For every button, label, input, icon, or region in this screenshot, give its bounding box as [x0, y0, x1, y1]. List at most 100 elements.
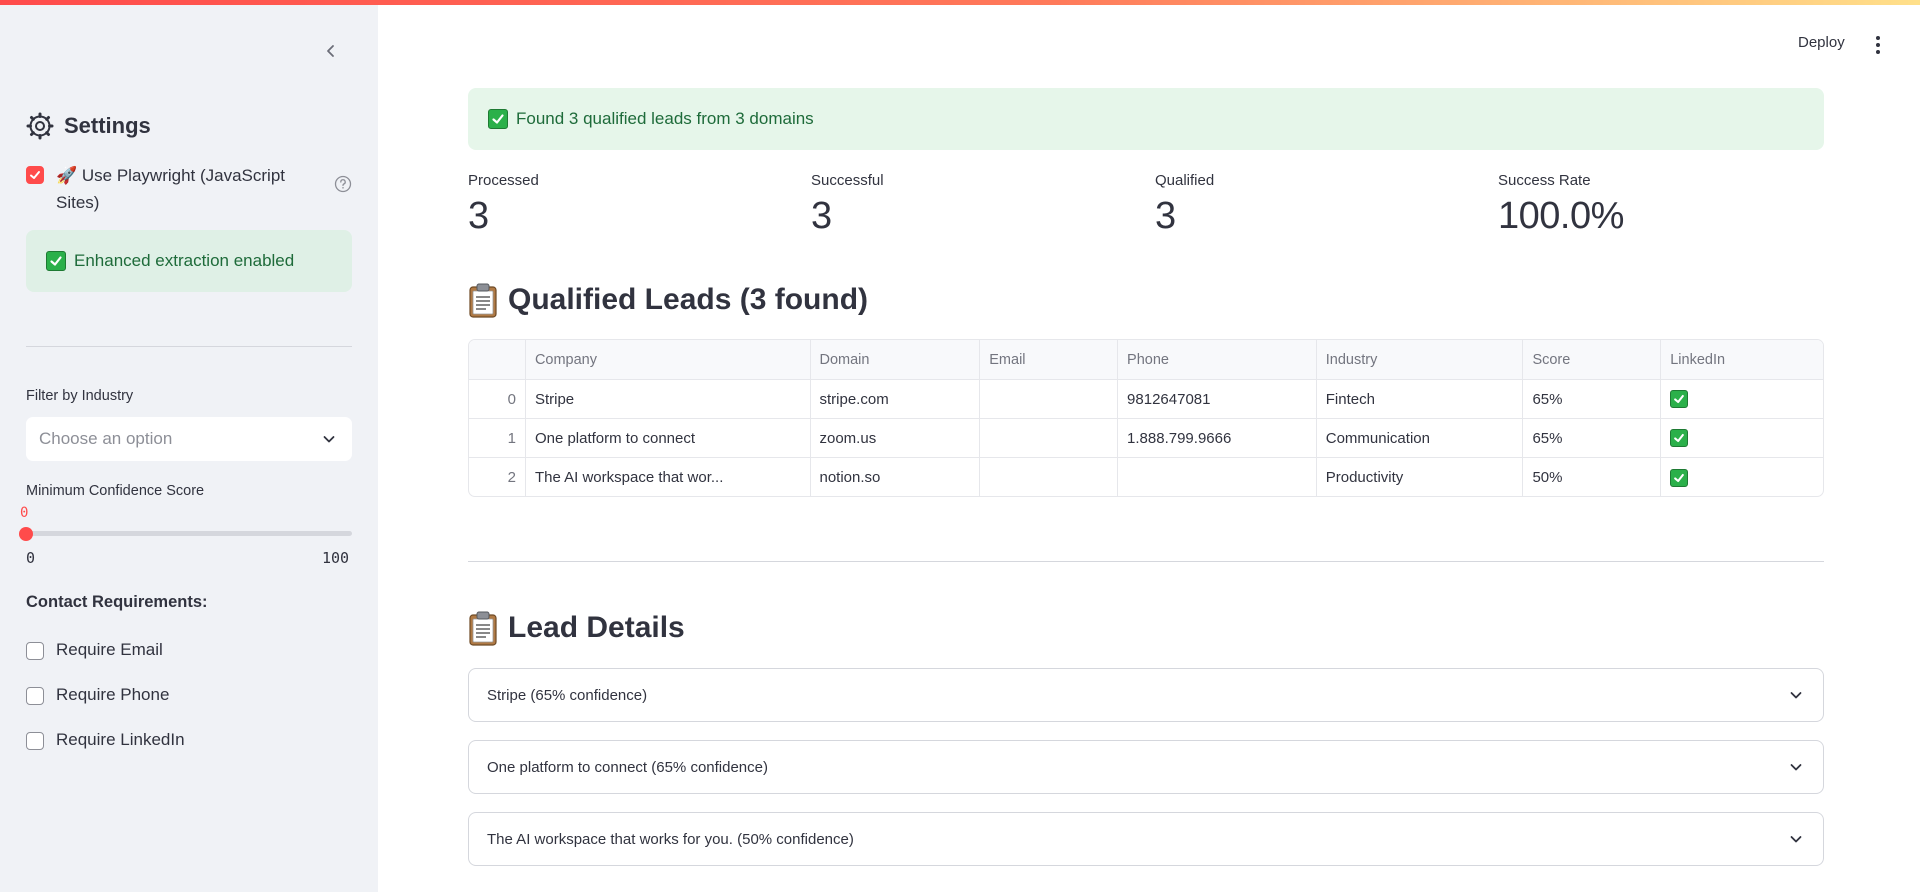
check-mark-emoji-icon — [1670, 429, 1689, 447]
qualified-leads-heading-text: Qualified Leads (3 found) — [508, 283, 869, 316]
cell-score[interactable]: 65% — [1523, 419, 1662, 457]
lead-expander-zoom[interactable]: One platform to connect (65% confidence) — [468, 740, 1824, 794]
chevron-down-icon — [1790, 836, 1802, 843]
playwright-checkbox-row[interactable]: 🚀 Use Playwright (JavaScript Sites) — [26, 162, 316, 216]
main-divider — [468, 561, 1824, 562]
success-alert-text: Found 3 qualified leads from 3 domains — [516, 109, 814, 128]
cell-industry[interactable]: Productivity — [1317, 458, 1524, 496]
cell-industry[interactable]: Communication — [1317, 419, 1524, 457]
metric-successful: Successful 3 — [811, 172, 884, 238]
cell-phone[interactable] — [1118, 458, 1317, 496]
column-header-company[interactable]: Company — [526, 340, 811, 379]
cell-domain[interactable]: notion.so — [811, 458, 981, 496]
cell-score[interactable]: 50% — [1523, 458, 1662, 496]
confidence-slider-track[interactable] — [26, 531, 352, 536]
sidebar-title: Settings — [26, 112, 151, 140]
cell-linkedin[interactable] — [1661, 419, 1823, 457]
metric-label: Success Rate — [1498, 172, 1591, 189]
clipboard-icon — [469, 283, 497, 318]
table-row[interactable]: 2 The AI workspace that wor... notion.so… — [469, 458, 1823, 496]
playwright-checkbox[interactable] — [26, 166, 44, 184]
checkmark-icon — [30, 171, 40, 179]
metric-label: Successful — [811, 172, 884, 189]
metric-processed: Processed 3 — [468, 172, 539, 238]
require-linkedin-label: Require LinkedIn — [56, 730, 185, 749]
filter-industry-select[interactable]: Choose an option — [26, 417, 352, 461]
lead-details-heading: Lead Details — [468, 610, 685, 646]
confidence-slider-max: 100 — [322, 549, 350, 567]
enhanced-extraction-alert: Enhanced extraction enabled — [26, 230, 352, 292]
cell-linkedin[interactable] — [1661, 458, 1823, 496]
require-phone-checkbox[interactable] — [26, 687, 44, 705]
sidebar-title-text: Settings — [64, 113, 151, 138]
metric-value: 3 — [468, 195, 489, 237]
expander-label: The AI workspace that works for you. (50… — [487, 830, 854, 848]
check-mark-emoji-icon — [1670, 468, 1689, 487]
chevron-down-icon — [1790, 692, 1802, 699]
cell-domain[interactable]: stripe.com — [811, 380, 981, 418]
lead-expander-notion[interactable]: The AI workspace that works for you. (50… — [468, 812, 1824, 866]
cell-phone[interactable]: 9812647081 — [1118, 380, 1317, 418]
require-phone-label: Require Phone — [56, 685, 170, 704]
sidebar-divider — [26, 346, 352, 347]
check-mark-emoji-icon — [1670, 390, 1689, 408]
column-header-industry[interactable]: Industry — [1317, 340, 1524, 379]
cell-linkedin[interactable] — [1661, 380, 1823, 418]
metric-value: 3 — [811, 195, 832, 237]
column-header-phone[interactable]: Phone — [1118, 340, 1317, 379]
main-menu-button[interactable] — [1868, 34, 1888, 56]
help-circle-icon[interactable] — [334, 175, 352, 193]
enhanced-extraction-text: Enhanced extraction enabled — [74, 251, 295, 270]
cell-email[interactable] — [980, 458, 1119, 496]
cell-phone[interactable]: 1.888.799.9666 — [1118, 419, 1317, 457]
require-linkedin-row[interactable]: Require LinkedIn — [26, 730, 185, 750]
row-index: 2 — [469, 458, 526, 496]
chevron-down-icon — [323, 436, 335, 443]
chevron-down-icon — [1790, 764, 1802, 771]
leads-table[interactable]: Company Domain Email Phone Industry Scor… — [468, 339, 1824, 497]
gear-icon — [26, 112, 54, 140]
deploy-button[interactable]: Deploy — [1798, 34, 1845, 51]
cell-industry[interactable]: Fintech — [1317, 380, 1524, 418]
cell-company[interactable]: Stripe — [526, 380, 811, 418]
confidence-score-label: Minimum Confidence Score — [26, 483, 205, 499]
require-phone-row[interactable]: Require Phone — [26, 685, 169, 705]
clipboard-icon — [469, 611, 497, 646]
require-email-checkbox[interactable] — [26, 642, 44, 660]
cell-score[interactable]: 65% — [1523, 380, 1662, 418]
lead-details-heading-text: Lead Details — [508, 611, 685, 644]
metric-qualified: Qualified 3 — [1155, 172, 1214, 238]
chevron-left-icon — [327, 45, 334, 57]
column-header-linkedin[interactable]: LinkedIn — [1661, 340, 1823, 379]
expander-label: One platform to connect (65% confidence) — [487, 758, 768, 776]
lead-expander-stripe[interactable]: Stripe (65% confidence) — [468, 668, 1824, 722]
metric-value: 3 — [1155, 195, 1176, 237]
require-linkedin-checkbox[interactable] — [26, 732, 44, 750]
cell-email[interactable] — [980, 419, 1119, 457]
check-mark-emoji-icon — [46, 251, 66, 271]
qualified-leads-heading: Qualified Leads (3 found) — [468, 282, 868, 318]
metric-success-rate: Success Rate 100.0% — [1498, 172, 1624, 238]
cell-company[interactable]: One platform to connect — [526, 419, 811, 457]
sidebar: Settings 🚀 Use Playwright (JavaScript Si… — [0, 0, 378, 892]
table-row[interactable]: 1 One platform to connect zoom.us 1.888.… — [469, 419, 1823, 458]
top-decoration-bar — [0, 0, 1920, 5]
table-row[interactable]: 0 Stripe stripe.com 9812647081 Fintech 6… — [469, 380, 1823, 419]
column-header-score[interactable]: Score — [1523, 340, 1662, 379]
expander-label: Stripe (65% confidence) — [487, 686, 648, 704]
require-email-row[interactable]: Require Email — [26, 640, 163, 660]
cell-email[interactable] — [980, 380, 1119, 418]
column-header-email[interactable]: Email — [980, 340, 1119, 379]
confidence-slider-min: 0 — [26, 549, 36, 567]
column-header-index[interactable] — [469, 340, 526, 379]
playwright-label: 🚀 Use Playwright (JavaScript Sites) — [56, 166, 286, 212]
collapse-sidebar-button[interactable] — [318, 38, 344, 64]
table-header-row: Company Domain Email Phone Industry Scor… — [469, 340, 1823, 380]
filter-industry-label: Filter by Industry — [26, 388, 134, 404]
require-email-label: Require Email — [56, 640, 163, 659]
cell-company[interactable]: The AI workspace that wor... — [526, 458, 811, 496]
column-header-domain[interactable]: Domain — [811, 340, 981, 379]
row-index: 1 — [469, 419, 526, 457]
cell-domain[interactable]: zoom.us — [811, 419, 981, 457]
confidence-slider-thumb[interactable] — [19, 527, 33, 541]
